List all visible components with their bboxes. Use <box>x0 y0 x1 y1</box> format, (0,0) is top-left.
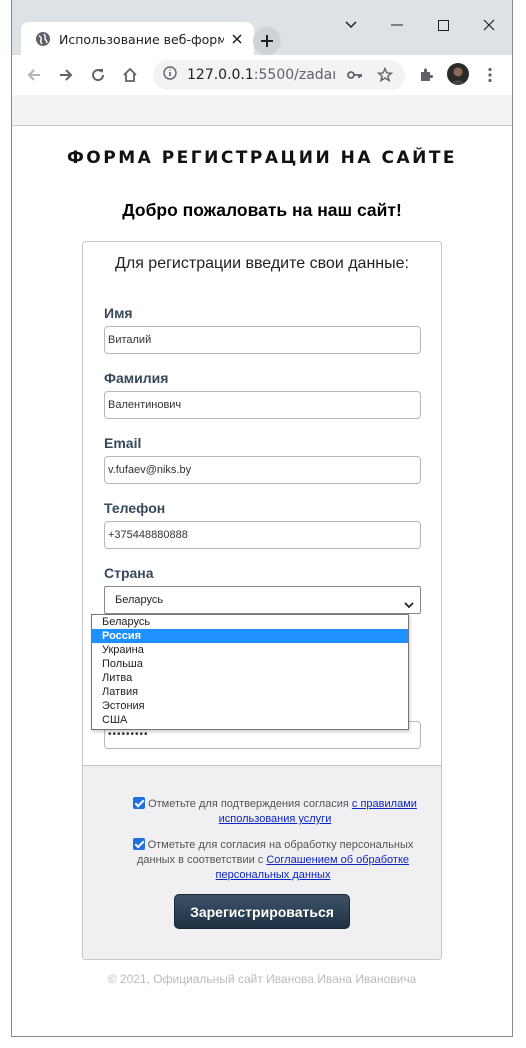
country-select[interactable]: Беларусь <box>104 586 421 614</box>
form-intro: Для регистрации введите свои данные: <box>115 255 409 272</box>
home-icon[interactable] <box>118 63 142 87</box>
reload-icon[interactable] <box>86 63 110 87</box>
agreement-link[interactable]: Соглашением об обработке <box>266 854 409 866</box>
country-option[interactable]: США <box>92 713 408 727</box>
menu-icon[interactable] <box>478 63 502 87</box>
rules-link[interactable]: с правилами <box>352 798 417 810</box>
last-name-field[interactable]: Валентинович <box>104 391 421 419</box>
country-option-highlighted[interactable]: Россия <box>92 629 408 643</box>
url-text: 127.0.0.1:5500/zadani... <box>187 67 335 83</box>
country-option[interactable]: Украина <box>92 643 408 657</box>
back-icon[interactable] <box>22 63 46 87</box>
page-title: ФОРМА РЕГИСТРАЦИИ НА САЙТЕ <box>66 148 458 168</box>
consent-rules-text: Отметьте для подтверждения согласия <box>148 798 352 810</box>
consent-panel: Отметьте для подтверждения согласия с пр… <box>83 765 441 959</box>
phone-label: Телефон <box>104 500 166 516</box>
country-select-value: Беларусь <box>115 594 164 606</box>
consent-data-row: Отметьте для согласия на обработку персо… <box>123 838 423 883</box>
maximize-icon[interactable] <box>432 14 454 36</box>
extensions-icon[interactable] <box>414 63 438 87</box>
consent-data-text: Отметьте для согласия на обработку персо… <box>147 839 414 851</box>
copyright-footer: © 2021, Официальный сайт Иванова Ивана И… <box>107 972 417 986</box>
close-tab-icon[interactable] <box>229 31 245 47</box>
country-option[interactable]: Польша <box>92 657 408 671</box>
email-field[interactable]: v.fufaev@niks.by <box>104 456 421 484</box>
first-name-label: Имя <box>104 305 133 321</box>
country-option[interactable]: Литва <box>92 671 408 685</box>
registration-form: Для регистрации введите свои данные: Имя… <box>82 241 442 960</box>
browser-tab[interactable]: Использование веб-форм на <box>21 22 254 56</box>
window-close-icon[interactable] <box>478 14 500 36</box>
country-option[interactable]: Эстония <box>92 699 408 713</box>
country-dropdown-list[interactable]: Беларусь Россия Украина Польша Литва Лат… <box>91 614 409 730</box>
phone-field[interactable]: +375448880888 <box>104 521 421 549</box>
consent-data-text-2: данных в соответствии с <box>136 854 267 866</box>
country-label: Страна <box>104 565 154 581</box>
email-label: Email <box>104 435 142 451</box>
new-tab-button[interactable] <box>253 27 281 55</box>
consent-rules-row: Отметьте для подтверждения согласия с пр… <box>127 797 423 827</box>
forward-icon[interactable] <box>54 63 78 87</box>
consent-data-checkbox[interactable] <box>132 838 145 850</box>
country-option[interactable]: Латвия <box>92 685 408 699</box>
first-name-field[interactable]: Виталий <box>104 326 421 354</box>
register-button[interactable]: Зарегистрироваться <box>174 894 350 929</box>
info-icon[interactable] <box>163 65 177 85</box>
star-icon[interactable] <box>376 66 394 88</box>
chevron-down-icon <box>403 595 415 609</box>
key-icon[interactable] <box>347 68 363 87</box>
country-option[interactable]: Беларусь <box>92 615 408 629</box>
browser-window: Использование веб-форм на <box>11 0 513 1037</box>
tab-title: Использование веб-форм на <box>59 31 224 47</box>
consent-rules-checkbox[interactable] <box>133 797 146 809</box>
minimize-icon[interactable] <box>386 14 408 36</box>
title-bar: Использование веб-форм на <box>12 0 512 56</box>
browser-toolbar: 127.0.0.1:5500/zadani... <box>12 55 512 95</box>
rules-link-cont[interactable]: использования услуги <box>219 813 332 825</box>
bookmarks-bar <box>12 95 512 126</box>
welcome-heading: Добро пожаловать на наш сайт! <box>122 200 402 220</box>
profile-avatar[interactable] <box>447 63 469 85</box>
address-bar[interactable]: 127.0.0.1:5500/zadani... <box>153 60 405 90</box>
last-name-label: Фамилия <box>104 370 169 386</box>
tab-search-icon[interactable] <box>340 14 362 36</box>
globe-icon <box>35 31 51 47</box>
agreement-link-cont[interactable]: персональных данных <box>216 869 331 881</box>
